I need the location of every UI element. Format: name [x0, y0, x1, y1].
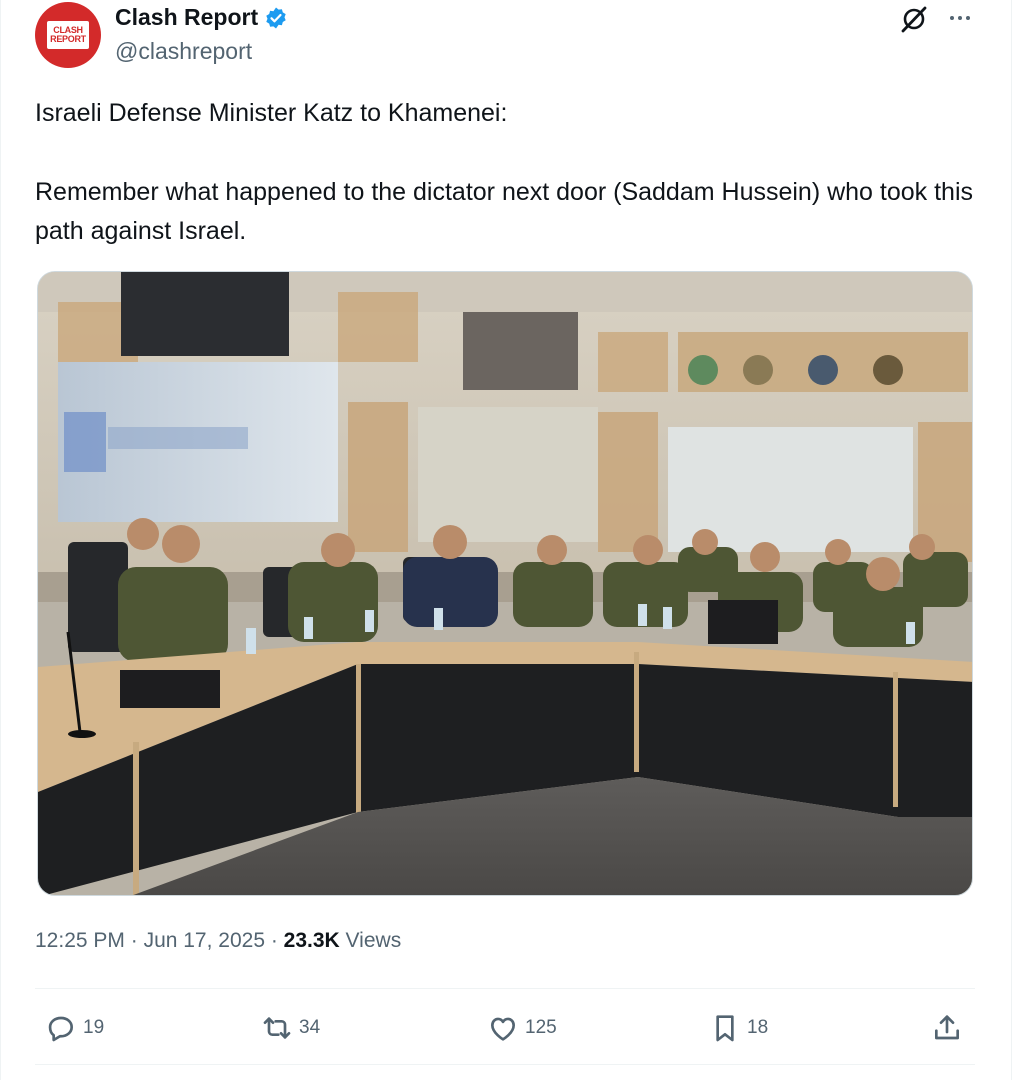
bookmark-button[interactable]: 18	[709, 1010, 768, 1046]
repost-count: 34	[299, 1017, 321, 1038]
avatar[interactable]: CLASH REPORT	[35, 2, 101, 68]
reply-icon	[48, 1016, 73, 1042]
reply-button[interactable]: 19	[45, 1010, 104, 1046]
heart-icon	[491, 1017, 515, 1041]
clash-report-logo-icon: CLASH REPORT	[47, 21, 89, 49]
repost-button[interactable]: 34	[261, 1010, 320, 1046]
author-name-row[interactable]: Clash Report	[115, 4, 288, 31]
author-handle[interactable]: @clashreport	[115, 38, 252, 65]
tweet-container: CLASH REPORT Clash Report @clashreport I…	[0, 0, 1012, 1080]
grok-icon[interactable]	[899, 4, 929, 34]
display-name[interactable]: Clash Report	[115, 4, 258, 31]
share-button[interactable]	[931, 1010, 963, 1046]
verified-badge-icon	[266, 7, 286, 28]
tweet-meta: 12:25 PM · Jun 17, 2025 · 23.3K Views	[35, 929, 402, 952]
tweet-date[interactable]: Jun 17, 2025	[144, 929, 265, 952]
bookmark-count: 18	[747, 1017, 769, 1038]
photo-illustration	[38, 272, 972, 895]
tweet-time[interactable]: 12:25 PM	[35, 929, 125, 952]
more-icon[interactable]	[945, 10, 975, 26]
like-count: 125	[525, 1017, 557, 1038]
tweet-text-line: Remember what happened to the dictator n…	[35, 178, 974, 245]
share-icon	[935, 1015, 959, 1040]
reply-count: 19	[83, 1017, 105, 1038]
like-button[interactable]: 125	[487, 1010, 557, 1046]
tweet-text-line: Israeli Defense Minister Katz to Khamene…	[35, 99, 508, 127]
views-label: Views	[339, 929, 402, 952]
tweet-text: Israeli Defense Minister Katz to Khamene…	[35, 94, 975, 251]
bookmark-icon	[716, 1015, 734, 1042]
divider	[35, 1064, 975, 1065]
divider	[35, 988, 975, 989]
views-count: 23.3K	[283, 929, 340, 952]
repost-icon	[263, 1017, 291, 1039]
tweet-photo[interactable]	[37, 271, 973, 896]
